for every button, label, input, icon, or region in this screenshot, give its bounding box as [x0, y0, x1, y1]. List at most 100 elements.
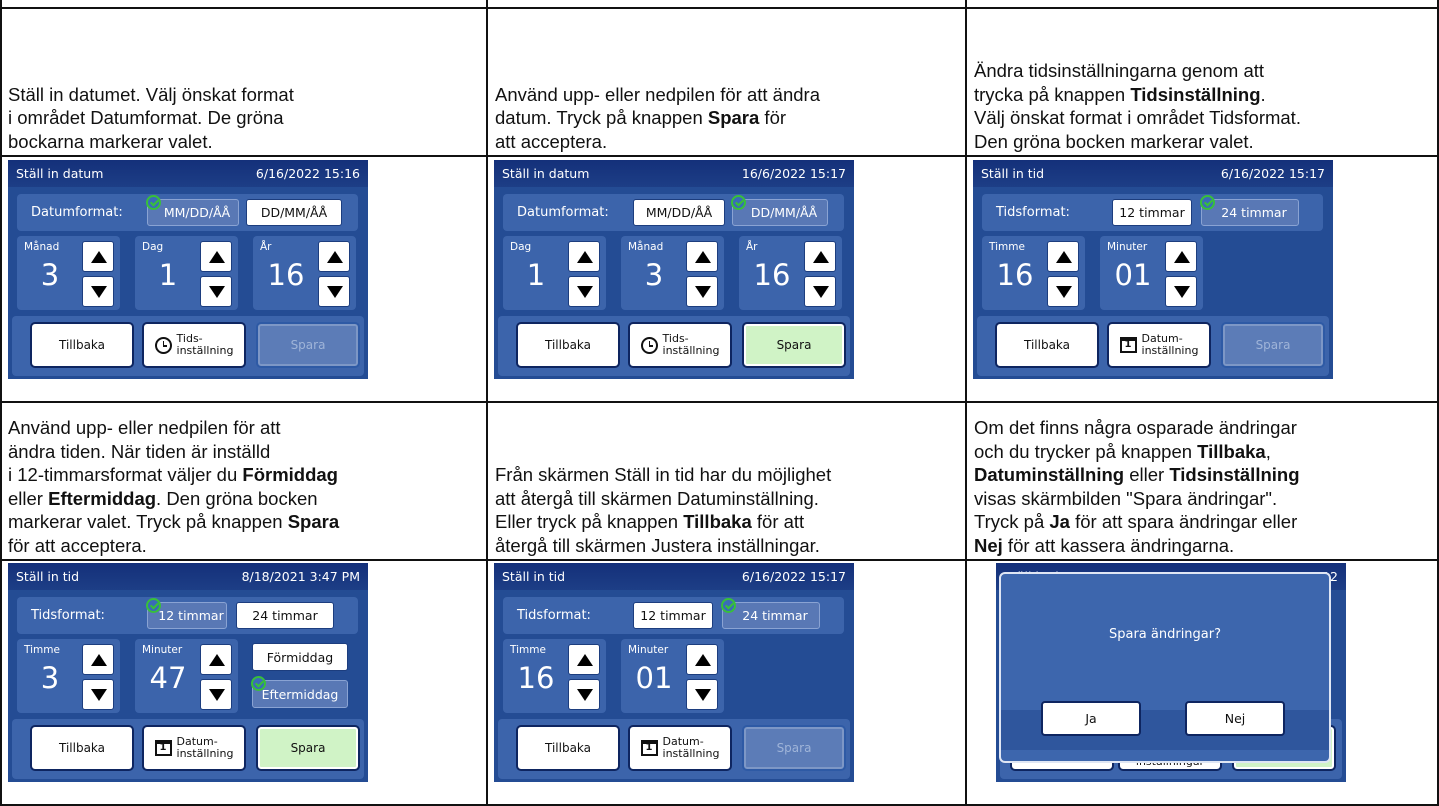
- ampm-button[interactable]: Förmiddag: [252, 643, 348, 671]
- format-option-button[interactable]: 24 timmar: [1200, 195, 1299, 226]
- spinner-label: Minuter: [628, 644, 669, 656]
- arrow-down-button[interactable]: [82, 679, 114, 710]
- arrow-up-button[interactable]: [318, 241, 350, 272]
- spinner-value: 16: [517, 661, 555, 695]
- device-screen: Ställ in tid 6/16/2022 15:17 Tidsformat: 12…: [494, 563, 854, 782]
- arrow-down-button[interactable]: [82, 276, 114, 307]
- arrow-up-button[interactable]: [200, 644, 232, 675]
- format-option-button[interactable]: 24 timmar: [236, 602, 334, 629]
- arrow-up-button[interactable]: [686, 241, 718, 272]
- bold-term: Spara: [287, 511, 340, 532]
- format-option-button[interactable]: 24 timmar: [721, 598, 820, 629]
- text-run: Ställ in datumet. Välj önskat format i o…: [8, 83, 294, 152]
- yes-button[interactable]: Ja: [1041, 701, 1141, 736]
- arrow-down-button[interactable]: [1165, 276, 1197, 307]
- arrow-down-button[interactable]: [804, 276, 836, 307]
- arrow-up-button[interactable]: [686, 644, 718, 675]
- format-option-button[interactable]: MM/DD/ÅÅ: [146, 195, 239, 226]
- arrow-down-button[interactable]: [318, 276, 350, 307]
- format-option-button[interactable]: DD/MM/ÅÅ: [246, 199, 342, 226]
- button-label: Tillbaka: [544, 338, 592, 352]
- arrow-up-button[interactable]: [200, 241, 232, 272]
- bold-term: Förmiddag: [242, 464, 338, 485]
- button-label: Spara: [290, 741, 326, 755]
- checkmark-icon: [146, 195, 161, 210]
- spinner-panel: Minuter 01: [1100, 236, 1203, 310]
- instruction-text: Använd upp- eller nedpilen för att ändra…: [8, 402, 481, 560]
- datuminställning-button[interactable]: 1 Datum- inställning: [628, 725, 732, 771]
- text-run: för att kassera ändringarna.: [1002, 534, 1235, 556]
- tillbaka-button[interactable]: Tillbaka: [516, 322, 620, 368]
- spinner-value: 01: [1114, 258, 1152, 292]
- arrow-down-button[interactable]: [568, 276, 600, 307]
- arrow-up-button[interactable]: [1047, 241, 1079, 272]
- format-option-button[interactable]: 12 timmar: [1112, 199, 1192, 226]
- spinner-label: År: [260, 241, 272, 253]
- format-option-button[interactable]: DD/MM/ÅÅ: [731, 195, 828, 226]
- arrow-down-button[interactable]: [686, 679, 718, 710]
- title-bar: Ställ in datum 16/6/2022 15:17: [494, 160, 854, 187]
- button-bar: Tillbaka 1 Datum- inställning Spara: [498, 719, 850, 779]
- arrow-down-button[interactable]: [568, 679, 600, 710]
- instruction-paragraph: Från skärmen Ställ in tid har du möjligh…: [495, 463, 831, 557]
- spinner-value: 1: [158, 258, 178, 292]
- format-option-label: MM/DD/ÅÅ: [645, 205, 713, 220]
- spinner-label: Timme: [510, 644, 546, 656]
- bold-term: Ja: [1049, 511, 1070, 532]
- confirm-dialog: Spara ändringar? Ja Nej: [999, 572, 1331, 763]
- spinner-value: 16: [267, 258, 305, 292]
- text-run: för att spara ändringar eller: [1075, 511, 1298, 532]
- button-label: Tillbaka: [544, 741, 592, 755]
- checkmark-icon: [1200, 195, 1215, 210]
- ampm-button[interactable]: Eftermiddag: [251, 676, 348, 708]
- arrow-up-button[interactable]: [804, 241, 836, 272]
- tidsinställning-button[interactable]: Tids- inställning: [142, 322, 246, 368]
- ampm-label: Förmiddag: [266, 649, 334, 665]
- spinner-label: Dag: [142, 241, 164, 253]
- spinner-label: Timme: [989, 241, 1025, 253]
- tillbaka-button[interactable]: Tillbaka: [995, 322, 1099, 368]
- bold-term: Tidsinställning: [1130, 83, 1261, 105]
- spinner-label: Dag: [510, 241, 532, 253]
- datetime-display: 16/6/2022 15:17: [741, 166, 846, 181]
- tidsinställning-button[interactable]: Tids- inställning: [628, 322, 732, 368]
- arrow-up-button[interactable]: [82, 644, 114, 675]
- button-bar: Tillbaka 1 Datum- inställning Spara: [12, 719, 364, 779]
- format-option-label: DD/MM/ÅÅ: [260, 205, 328, 220]
- instruction-text: Ställ in datumet. Välj önskat format i o…: [8, 8, 481, 156]
- spinner-value: 3: [40, 661, 60, 695]
- button-label: Tids- inställning: [176, 332, 234, 357]
- arrow-down-button[interactable]: [200, 679, 232, 710]
- spinner-label: Månad: [24, 241, 60, 253]
- format-option-button[interactable]: 12 timmar: [633, 602, 713, 629]
- arrow-down-button[interactable]: [686, 276, 718, 307]
- format-option-label: 12 timmar: [1119, 205, 1185, 220]
- arrow-down-button[interactable]: [1047, 276, 1079, 307]
- datetime-display: 8/18/2021 3:47 PM: [241, 569, 360, 584]
- button-label: Tillbaka: [1023, 338, 1071, 352]
- bold-term: Tillbaka: [1197, 440, 1266, 462]
- arrow-up-button[interactable]: [568, 241, 600, 272]
- format-option-button[interactable]: MM/DD/ÅÅ: [633, 199, 725, 226]
- bold-term: Datuminställning: [974, 464, 1125, 485]
- no-button[interactable]: Nej: [1185, 701, 1285, 736]
- format-option-button[interactable]: 12 timmar: [146, 598, 227, 629]
- spinner-panel: Timme 3: [17, 639, 120, 713]
- arrow-up-button[interactable]: [1165, 241, 1197, 272]
- spara-button[interactable]: Spara: [742, 322, 846, 368]
- tillbaka-button[interactable]: Tillbaka: [516, 725, 620, 771]
- screen-title: Ställ in tid: [16, 569, 80, 584]
- format-option-label: DD/MM/ÅÅ: [750, 205, 818, 220]
- arrow-up-button[interactable]: [568, 644, 600, 675]
- datuminställning-button[interactable]: 1 Datum- inställning: [1107, 322, 1211, 368]
- spara-button[interactable]: Spara: [256, 725, 360, 771]
- datuminställning-button[interactable]: 1 Datum- inställning: [142, 725, 246, 771]
- arrow-down-button[interactable]: [200, 276, 232, 307]
- tillbaka-button[interactable]: Tillbaka: [30, 322, 134, 368]
- device-screen: Ställ in datum7/6/2021 14:12inställninga…: [996, 563, 1346, 782]
- spinner-panel: Timme 16: [982, 236, 1085, 310]
- arrow-up-button[interactable]: [82, 241, 114, 272]
- button-label: Spara: [1255, 338, 1291, 352]
- format-option-label: 24 timmar: [1221, 205, 1287, 220]
- tillbaka-button[interactable]: Tillbaka: [30, 725, 134, 771]
